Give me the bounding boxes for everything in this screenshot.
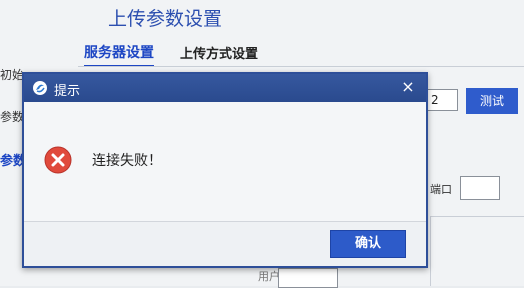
- left-label-1: 初始: [0, 68, 25, 82]
- dialog-footer: 确认: [24, 221, 426, 266]
- left-label-2: 参数: [0, 110, 25, 124]
- port-field[interactable]: [460, 176, 500, 200]
- dialog-titlebar[interactable]: 提示 ×: [24, 74, 426, 102]
- error-icon: [44, 146, 72, 174]
- app-logo-icon: [33, 81, 47, 95]
- background-title: 上传参数设置: [108, 8, 223, 30]
- username-input[interactable]: [278, 268, 338, 288]
- port-label: 端口: [430, 183, 452, 196]
- confirm-button[interactable]: 确认: [330, 230, 406, 258]
- dialog-message: 连接失败！: [92, 153, 162, 169]
- tab-upload-method[interactable]: 上传方式设置: [180, 43, 258, 62]
- dialog-body: 连接失败！ 确认: [24, 102, 426, 266]
- settings-panel: [430, 216, 524, 286]
- test-button[interactable]: 测试: [466, 88, 518, 114]
- close-icon[interactable]: ×: [398, 77, 418, 97]
- tab-divider: [78, 66, 524, 67]
- dialog-title: 提示: [54, 84, 81, 99]
- tab-server-settings[interactable]: 服务器设置: [84, 42, 154, 67]
- alert-dialog: 提示 × 连接失败！ 确认: [22, 72, 428, 268]
